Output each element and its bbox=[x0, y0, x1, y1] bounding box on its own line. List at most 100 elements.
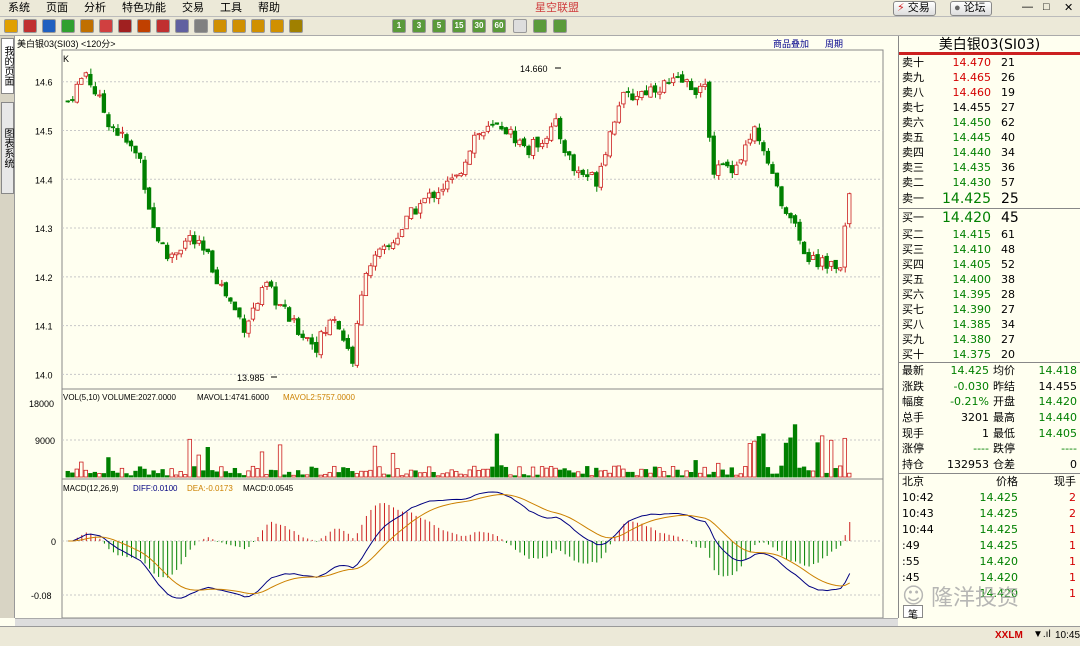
stats-value: -0.21% bbox=[950, 395, 989, 409]
report-icon[interactable] bbox=[270, 19, 284, 33]
menu-page[interactable]: 页面 bbox=[38, 0, 76, 17]
stats-row: 涨停 ---- 跌停 ---- bbox=[899, 441, 1080, 457]
volume-bar bbox=[535, 474, 540, 478]
volume-bar bbox=[616, 465, 622, 478]
candle-body bbox=[354, 323, 360, 366]
stats-table: 最新 14.425 均价 14.418 涨跌 -0.030 昨结 14.455 幅度 -0.21%… bbox=[899, 363, 1080, 473]
volume-bar bbox=[666, 475, 671, 478]
tick-volume: 1 bbox=[1069, 570, 1076, 584]
ask-row[interactable]: 卖九 14.465 26 bbox=[899, 70, 1080, 85]
chart-canvas[interactable]: 美白银03(SI03) <120分> K 商品叠加 周期 14.6 14.5 14.4 14.… bbox=[15, 36, 898, 618]
bid-row[interactable]: 买十 14.375 20 bbox=[899, 347, 1080, 362]
candle-body bbox=[305, 337, 310, 339]
volume-bar bbox=[119, 467, 125, 478]
volume-bar bbox=[693, 460, 698, 478]
candle-body bbox=[639, 91, 644, 98]
menu-trade[interactable]: 交易 bbox=[174, 0, 212, 17]
volume-bar bbox=[110, 470, 116, 478]
bid-row[interactable]: 买八 14.385 34 bbox=[899, 317, 1080, 332]
candle-body bbox=[842, 225, 847, 268]
kline-chart[interactable]: 美白银03(SI03) <120分> K 商品叠加 周期 14.6 14.5 14.4 14.… bbox=[15, 36, 898, 618]
bid-row[interactable]: 买七 14.390 27 bbox=[899, 302, 1080, 317]
home-icon[interactable] bbox=[4, 19, 18, 33]
volume-bar bbox=[137, 466, 143, 478]
candle-body bbox=[630, 93, 635, 101]
volume-bar bbox=[797, 467, 802, 478]
menu-analysis[interactable]: 分析 bbox=[76, 0, 114, 17]
zoom-in-icon[interactable] bbox=[61, 19, 75, 33]
period-120-button[interactable] bbox=[513, 19, 527, 33]
stock-icon[interactable] bbox=[23, 19, 37, 33]
volume-bar bbox=[743, 466, 748, 478]
zoom-out-icon[interactable] bbox=[80, 19, 94, 33]
bid-row[interactable]: 买五 14.400 38 bbox=[899, 272, 1080, 287]
bid-row[interactable]: 买九 14.380 27 bbox=[899, 332, 1080, 347]
f10-icon[interactable] bbox=[289, 19, 303, 33]
ask-row[interactable]: 卖五 14.445 40 bbox=[899, 130, 1080, 145]
draw-icon[interactable] bbox=[118, 19, 132, 33]
menu-features[interactable]: 特色功能 bbox=[114, 0, 174, 17]
bid-row[interactable]: 买六 14.395 28 bbox=[899, 287, 1080, 302]
rotate-icon[interactable] bbox=[137, 19, 151, 33]
level-price: 14.435 bbox=[952, 161, 992, 174]
macd-tick-label: 0 bbox=[51, 537, 56, 547]
period-week-button[interactable] bbox=[553, 19, 567, 33]
close-button[interactable]: ✕ bbox=[1064, 1, 1073, 14]
period-15-button[interactable]: 15 bbox=[452, 19, 466, 33]
candle-body bbox=[643, 90, 649, 96]
tab-my-page[interactable]: 我的页面 bbox=[1, 38, 14, 94]
volume-bar bbox=[458, 473, 463, 478]
stats-label: 涨停 bbox=[902, 442, 924, 456]
ask-row[interactable]: 卖七 14.455 27 bbox=[899, 100, 1080, 115]
menu-help[interactable]: 帮助 bbox=[250, 0, 288, 17]
refresh-icon[interactable] bbox=[42, 19, 56, 33]
chart-line-icon[interactable] bbox=[194, 19, 208, 33]
bid-row[interactable]: 买四 14.405 52 bbox=[899, 257, 1080, 272]
ask-row[interactable]: 卖六 14.450 62 bbox=[899, 115, 1080, 130]
ask-row[interactable]: 卖四 14.440 34 bbox=[899, 145, 1080, 160]
status-bar: XXLM ▼.ıl 10:45 bbox=[0, 626, 1080, 646]
volume-bar bbox=[368, 469, 373, 478]
ask-row[interactable]: 卖八 14.460 19 bbox=[899, 85, 1080, 100]
volume-bar bbox=[390, 452, 396, 478]
level-label: 卖七 bbox=[902, 101, 924, 114]
volume-bar bbox=[345, 468, 350, 478]
period-1-button[interactable]: 1 bbox=[392, 19, 406, 33]
tick-price: 14.425 bbox=[979, 538, 1019, 552]
horizontal-scrollbar[interactable] bbox=[15, 618, 898, 626]
bid-row[interactable]: 买三 14.410 48 bbox=[899, 242, 1080, 257]
period-5-button[interactable]: 5 bbox=[432, 19, 446, 33]
period-3-button[interactable]: 3 bbox=[412, 19, 426, 33]
index-icon[interactable] bbox=[232, 19, 246, 33]
trade-button[interactable]: ⚡ 交易 bbox=[893, 1, 936, 16]
volume-bar bbox=[268, 469, 274, 478]
stats-label: 昨结 bbox=[993, 379, 1015, 393]
candle-body bbox=[648, 86, 653, 98]
period-day-button[interactable] bbox=[533, 19, 547, 33]
bid-row[interactable]: 买二 14.415 61 bbox=[899, 227, 1080, 242]
tab-chart-system[interactable]: 图表系统 bbox=[1, 102, 14, 194]
period-30-button[interactable]: 30 bbox=[472, 19, 486, 33]
tick-volume: 1 bbox=[1069, 554, 1076, 568]
menu-system[interactable]: 系统 bbox=[0, 0, 38, 17]
news-icon[interactable] bbox=[251, 19, 265, 33]
kline-icon[interactable] bbox=[99, 19, 113, 33]
filter-icon[interactable] bbox=[156, 19, 170, 33]
volume-bar bbox=[783, 442, 789, 478]
bid-row[interactable]: 买一 14.420 45 bbox=[899, 209, 1080, 227]
table-icon[interactable] bbox=[175, 19, 189, 33]
minimize-button[interactable]: — bbox=[1022, 1, 1033, 13]
ask-row[interactable]: 卖三 14.435 36 bbox=[899, 160, 1080, 175]
menu-tools[interactable]: 工具 bbox=[212, 0, 250, 17]
candle-body bbox=[323, 331, 328, 334]
ask-row[interactable]: 卖二 14.430 57 bbox=[899, 175, 1080, 190]
period-60-button[interactable]: 60 bbox=[492, 19, 506, 33]
forum-button[interactable]: ● 论坛 bbox=[950, 1, 992, 16]
ask-row[interactable]: 卖十 14.470 21 bbox=[899, 55, 1080, 70]
ask-row[interactable]: 卖一 14.425 25 bbox=[899, 190, 1080, 208]
candle-body bbox=[210, 250, 215, 273]
candle-body bbox=[255, 303, 260, 311]
sector-icon[interactable] bbox=[213, 19, 227, 33]
maximize-button[interactable]: □ bbox=[1043, 1, 1050, 13]
volume-bar bbox=[752, 440, 757, 478]
